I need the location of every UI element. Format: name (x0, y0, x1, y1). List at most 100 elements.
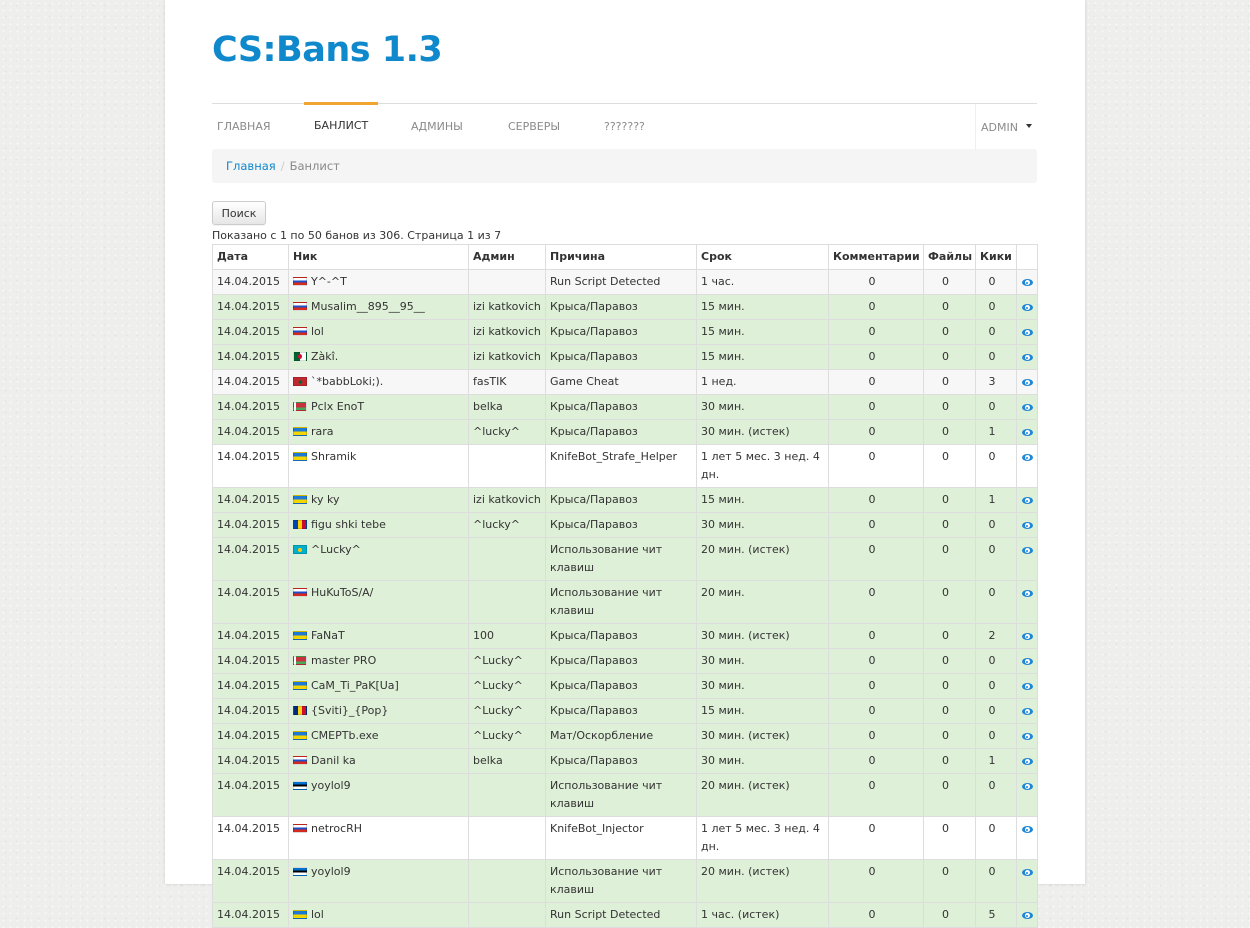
table-row[interactable]: 14.04.2015 Y^-^T Run Script Detected 1 час.… (212, 269, 1038, 295)
table-row[interactable]: 14.04.2015 Musalim__895__95__ izi katkovic… (212, 294, 1038, 320)
ban-details-cell (1016, 773, 1038, 817)
header-admin[interactable]: Админ (468, 244, 546, 270)
eye-icon[interactable] (1021, 304, 1033, 311)
nav-unknown[interactable]: ??????? (599, 104, 650, 149)
table-row[interactable]: 14.04.2015 ky ky izi katkovich Крыса/Параво… (212, 487, 1038, 513)
user-menu[interactable]: ADMIN (975, 104, 1037, 149)
table-row[interactable]: 14.04.2015 Shramik KnifeBot_Strafe_Helper 1… (212, 444, 1038, 488)
eye-icon[interactable] (1021, 783, 1033, 790)
ban-details-cell (1016, 623, 1038, 649)
ban-comments-cell: 0 (828, 773, 924, 817)
table-row[interactable]: 14.04.2015 {Sviti}_{Pop} ^Lucky^ Крыса/Пара… (212, 698, 1038, 724)
eye-icon[interactable] (1021, 379, 1033, 386)
ban-nick-text: `*babbLoki;). (311, 375, 384, 388)
nav-admins[interactable]: АДМИНЫ (406, 104, 468, 149)
header-term[interactable]: Срок (696, 244, 829, 270)
banlist-table: Дата Ник Админ Причина Срок Комментарии … (212, 244, 1038, 928)
table-header-row: Дата Ник Админ Причина Срок Комментарии … (212, 244, 1038, 270)
country-flag-icon (293, 631, 307, 640)
nav-home[interactable]: ГЛАВНАЯ (212, 104, 276, 149)
ban-kicks-cell: 0 (975, 344, 1017, 370)
eye-icon[interactable] (1021, 733, 1033, 740)
table-row[interactable]: 14.04.2015 Zàkî. izi katkovich Крыса/Параво… (212, 344, 1038, 370)
eye-icon[interactable] (1021, 329, 1033, 336)
ban-files-cell: 0 (923, 369, 976, 395)
eye-icon[interactable] (1021, 826, 1033, 833)
ban-files-cell: 0 (923, 512, 976, 538)
ban-nick-cell: HuKuToS/A/ (288, 580, 469, 624)
eye-icon[interactable] (1021, 683, 1033, 690)
ban-details-cell (1016, 648, 1038, 674)
header-comments[interactable]: Комментарии (828, 244, 924, 270)
table-row[interactable]: 14.04.2015 FaNaT 100 Крыса/Паравоз 30 мин. (… (212, 623, 1038, 649)
eye-icon[interactable] (1021, 354, 1033, 361)
ban-kicks-cell: 2 (975, 623, 1017, 649)
ban-comments-cell: 0 (828, 419, 924, 445)
ban-comments-cell: 0 (828, 537, 924, 581)
eye-icon[interactable] (1021, 590, 1033, 597)
nav-banlist[interactable]: БАНЛИСТ (303, 102, 379, 149)
ban-date-cell: 14.04.2015 (212, 487, 289, 513)
ban-nick-cell: lol (288, 902, 469, 928)
eye-icon[interactable] (1021, 658, 1033, 665)
header-nick[interactable]: Ник (288, 244, 469, 270)
table-row[interactable]: 14.04.2015 CaM_Ti_PaK[Ua] ^Lucky^ Крыса/Пар… (212, 673, 1038, 699)
eye-icon[interactable] (1021, 758, 1033, 765)
ban-kicks-cell: 0 (975, 816, 1017, 860)
header-date[interactable]: Дата (212, 244, 289, 270)
nav-servers[interactable]: СЕРВЕРЫ (503, 104, 565, 149)
ban-kicks-cell: 0 (975, 512, 1017, 538)
ban-details-cell (1016, 394, 1038, 420)
ban-comments-cell: 0 (828, 344, 924, 370)
eye-icon[interactable] (1021, 522, 1033, 529)
country-flag-icon (293, 452, 307, 461)
ban-details-cell (1016, 294, 1038, 320)
table-row[interactable]: 14.04.2015 CMEPTb.exe ^Lucky^ Мат/Оскорблен… (212, 723, 1038, 749)
header-reason[interactable]: Причина (545, 244, 697, 270)
table-row[interactable]: 14.04.2015 master PRO ^Lucky^ Крыса/Паравоз… (212, 648, 1038, 674)
table-row[interactable]: 14.04.2015 `*babbLoki;). fasTIKGame Cheat1… (212, 369, 1038, 395)
ban-admin-cell (468, 269, 546, 295)
ban-admin-cell: izi katkovich (468, 344, 546, 370)
eye-icon[interactable] (1021, 497, 1033, 504)
header-kicks[interactable]: Кики (975, 244, 1017, 270)
ban-nick-text: Y^-^T (311, 275, 347, 288)
eye-icon[interactable] (1021, 547, 1033, 554)
eye-icon[interactable] (1021, 912, 1033, 919)
ban-reason-cell: Крыса/Паравоз (545, 648, 697, 674)
table-row[interactable]: 14.04.2015 lol izi katkovich Крыса/Паравоз 1… (212, 319, 1038, 345)
ban-comments-cell: 0 (828, 859, 924, 903)
eye-icon[interactable] (1021, 869, 1033, 876)
ban-nick-cell: Pclx EnoT (288, 394, 469, 420)
ban-admin-cell: belka (468, 748, 546, 774)
table-row[interactable]: 14.04.2015 rara ^lucky^ Крыса/Паравоз 30 мин… (212, 419, 1038, 445)
eye-icon[interactable] (1021, 279, 1033, 286)
ban-term-cell: 15 мин. (696, 319, 829, 345)
eye-icon[interactable] (1021, 708, 1033, 715)
table-row[interactable]: 14.04.2015 figu shki tebe ^lucky^ Крыса/Пар… (212, 512, 1038, 538)
ban-term-cell: 30 мин. (истек) (696, 723, 829, 749)
table-row[interactable]: 14.04.2015 ^Lucky^ Использование чит клави… (212, 537, 1038, 581)
breadcrumb-home-link[interactable]: Главная (226, 159, 276, 173)
table-row[interactable]: 14.04.2015 Pclx EnoT belka Крыса/Паравоз 30 … (212, 394, 1038, 420)
table-row[interactable]: 14.04.2015 lol Run Script Detected 1 час. (… (212, 902, 1038, 928)
ban-term-cell: 30 мин. (696, 748, 829, 774)
header-files[interactable]: Файлы (923, 244, 976, 270)
table-row[interactable]: 14.04.2015 netrocRH KnifeBot_Injector 1 лет… (212, 816, 1038, 860)
table-row[interactable]: 14.04.2015 Danil ka belka Крыса/Паравоз 30 м… (212, 748, 1038, 774)
eye-icon[interactable] (1021, 454, 1033, 461)
table-row[interactable]: 14.04.2015 yoylol9 Использование чит клави… (212, 859, 1038, 903)
ban-admin-cell: ^lucky^ (468, 512, 546, 538)
ban-nick-cell: Musalim__895__95__ (288, 294, 469, 320)
main-nav: ГЛАВНАЯ БАНЛИСТ АДМИНЫ СЕРВЕРЫ ??????? A… (212, 102, 1037, 150)
search-button[interactable]: Поиск (212, 201, 266, 225)
country-flag-icon (293, 781, 307, 790)
eye-icon[interactable] (1021, 429, 1033, 436)
ban-details-cell (1016, 344, 1038, 370)
eye-icon[interactable] (1021, 633, 1033, 640)
ban-nick-text: Danil ka (311, 754, 356, 767)
table-row[interactable]: 14.04.2015 yoylol9 Использование чит клави… (212, 773, 1038, 817)
site-logo[interactable]: CS:Bans 1.3 (212, 30, 443, 70)
eye-icon[interactable] (1021, 404, 1033, 411)
table-row[interactable]: 14.04.2015 HuKuToS/A/Использование чит кл… (212, 580, 1038, 624)
